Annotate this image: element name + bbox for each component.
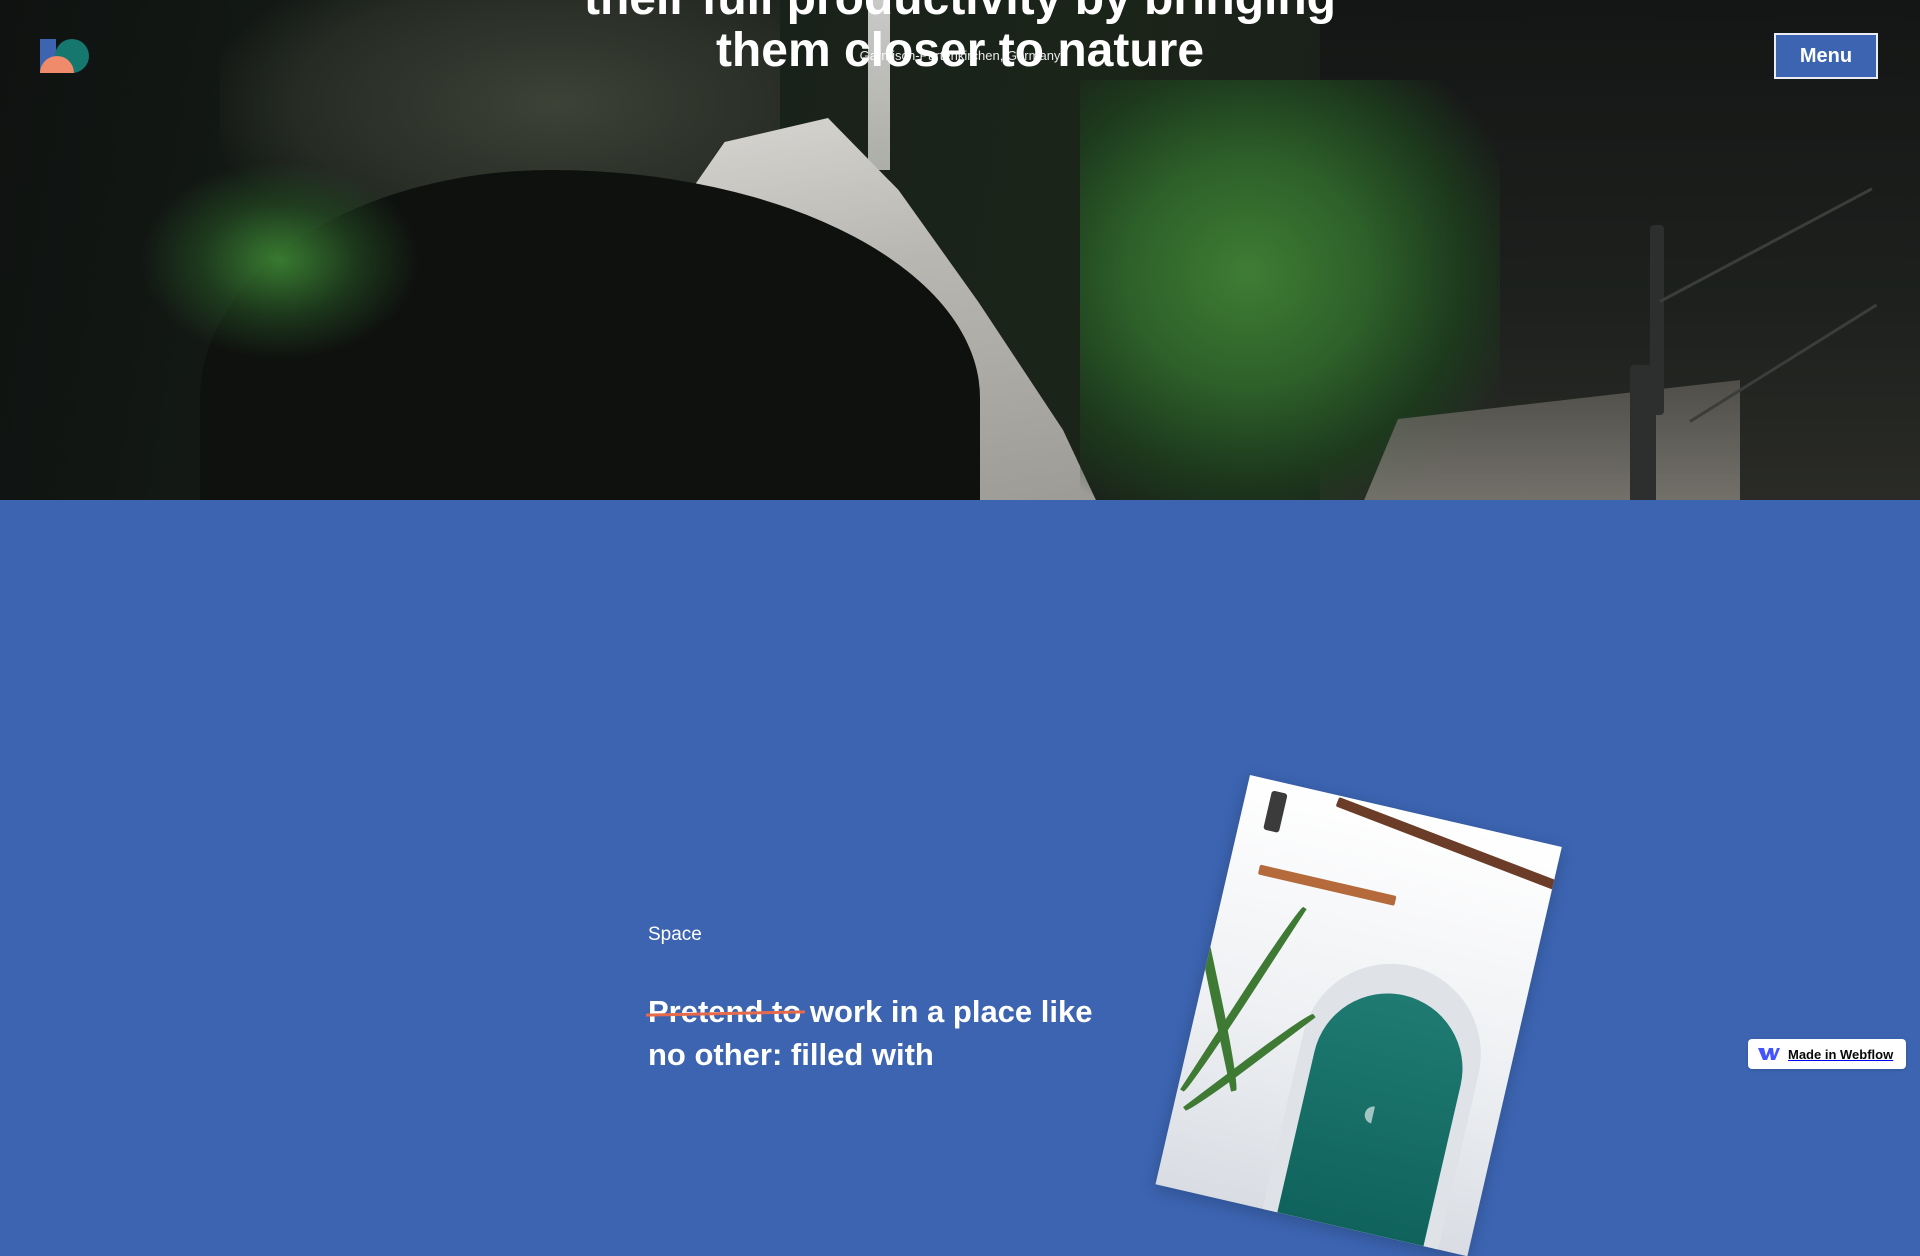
webflow-badge-label: Made in Webflow (1788, 1046, 1894, 1062)
section-headline: Pretend to work in a place like no other… (648, 990, 1108, 1076)
space-photo: ◖ (1155, 775, 1562, 1256)
photo-lamp (1263, 790, 1288, 833)
brand-logo-icon[interactable] (38, 37, 94, 75)
headline-struck-text: Pretend to (648, 994, 802, 1029)
menu-button[interactable]: Menu (1774, 33, 1878, 79)
hero-title-line-2: them closer to nature (715, 24, 1205, 77)
made-in-webflow-badge[interactable]: Made in Webflow (1748, 1039, 1906, 1069)
hero-section: their full productivity by bringing Garm… (0, 0, 1920, 500)
section-eyebrow: Space (648, 924, 702, 945)
hero-bg-moss-left (140, 160, 420, 360)
photo-shelf (1257, 864, 1397, 906)
hero-bg-post (1650, 225, 1664, 415)
photo-shelf (1335, 796, 1562, 893)
webflow-icon (1758, 1048, 1780, 1060)
